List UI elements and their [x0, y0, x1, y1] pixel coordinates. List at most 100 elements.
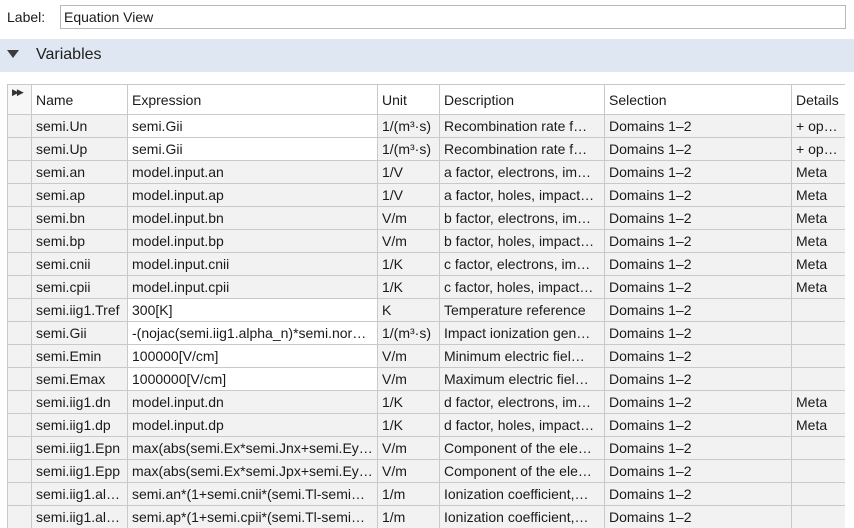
cell-details[interactable] [791, 321, 845, 345]
cell-name[interactable]: semi.Up [31, 137, 128, 161]
cell-name[interactable]: semi.iig1.Epp [31, 459, 128, 483]
table-row[interactable]: semi.iig1.dp model.input.dp 1/K d factor, h… [7, 413, 845, 437]
row-header-cell[interactable] [7, 505, 32, 528]
cell-name[interactable]: semi.iig1.Tref [31, 298, 128, 322]
table-row[interactable]: semi.Gii -(nojac(semi.iig1.alpha_n)*semi.… [7, 321, 845, 345]
cell-description[interactable]: d factor, electrons, im… [439, 390, 605, 414]
cell-name[interactable]: semi.iig1.al… [31, 482, 128, 506]
cell-name[interactable]: semi.ap [31, 183, 128, 207]
cell-details[interactable]: + oper… [791, 137, 845, 161]
cell-description[interactable]: b factor, holes, impact… [439, 229, 605, 253]
cell-expression[interactable]: -(nojac(semi.iig1.alpha_n)*semi.nor… [127, 321, 378, 345]
table-row[interactable]: semi.Up semi.Gii 1/(m³·s) Recombination rat… [7, 137, 845, 161]
cell-expression[interactable]: semi.Gii [127, 137, 378, 161]
cell-name[interactable]: semi.Emin [31, 344, 128, 368]
cell-name[interactable]: semi.an [31, 160, 128, 184]
cell-selection[interactable]: Domains 1–2 [604, 137, 792, 161]
row-header-cell[interactable] [7, 390, 32, 414]
row-header-cell[interactable] [7, 137, 32, 161]
cell-unit[interactable]: 1/(m³·s) [377, 137, 440, 161]
cell-description[interactable]: Maximum electric fiel… [439, 367, 605, 391]
cell-expression[interactable]: model.input.cnii [127, 252, 378, 276]
cell-name[interactable]: semi.iig1.dn [31, 390, 128, 414]
cell-expression[interactable]: 300[K] [127, 298, 378, 322]
cell-description[interactable]: Component of the ele… [439, 436, 605, 460]
cell-details[interactable] [791, 482, 845, 506]
cell-selection[interactable]: Domains 1–2 [604, 436, 792, 460]
row-header-cell[interactable] [7, 160, 32, 184]
cell-description[interactable]: Ionization coefficient,… [439, 505, 605, 528]
expand-columns-button[interactable]: ▶▶ [7, 84, 32, 115]
row-header-cell[interactable] [7, 344, 32, 368]
cell-selection[interactable]: Domains 1–2 [604, 413, 792, 437]
row-header-cell[interactable] [7, 183, 32, 207]
cell-expression[interactable]: semi.ap*(1+semi.cpii*(semi.Tl-semi… [127, 505, 378, 528]
column-header-unit[interactable]: Unit [377, 84, 440, 115]
variables-table-container[interactable]: ▶▶ Name Expression Unit Description Sele… [7, 84, 845, 528]
cell-selection[interactable]: Domains 1–2 [604, 505, 792, 528]
cell-details[interactable] [791, 505, 845, 528]
cell-name[interactable]: semi.Gii [31, 321, 128, 345]
cell-expression[interactable]: 100000[V/cm] [127, 344, 378, 368]
cell-expression[interactable]: semi.Gii [127, 114, 378, 138]
column-header-name[interactable]: Name [31, 84, 128, 115]
cell-name[interactable]: semi.Emax [31, 367, 128, 391]
cell-details[interactable]: Meta [791, 252, 845, 276]
cell-name[interactable]: semi.iig1.dp [31, 413, 128, 437]
cell-unit[interactable]: V/m [377, 206, 440, 230]
cell-description[interactable]: Temperature reference [439, 298, 605, 322]
cell-expression[interactable]: model.input.an [127, 160, 378, 184]
cell-description[interactable]: Minimum electric fiel… [439, 344, 605, 368]
cell-description[interactable]: d factor, holes, impact… [439, 413, 605, 437]
cell-selection[interactable]: Domains 1–2 [604, 298, 792, 322]
cell-name[interactable]: semi.cnii [31, 252, 128, 276]
cell-selection[interactable]: Domains 1–2 [604, 183, 792, 207]
cell-unit[interactable]: 1/m [377, 482, 440, 506]
cell-unit[interactable]: V/m [377, 367, 440, 391]
cell-details[interactable] [791, 298, 845, 322]
cell-selection[interactable]: Domains 1–2 [604, 275, 792, 299]
cell-expression[interactable]: model.input.dp [127, 413, 378, 437]
cell-unit[interactable]: 1/V [377, 160, 440, 184]
cell-selection[interactable]: Domains 1–2 [604, 482, 792, 506]
cell-selection[interactable]: Domains 1–2 [604, 229, 792, 253]
row-header-cell[interactable] [7, 367, 32, 391]
table-row[interactable]: semi.iig1.al… semi.ap*(1+semi.cpii*(semi.… [7, 505, 845, 528]
table-row[interactable]: semi.Emax 1000000[V/cm] V/m Maximum electri… [7, 367, 845, 391]
cell-description[interactable]: a factor, holes, impact… [439, 183, 605, 207]
cell-details[interactable]: Meta [791, 275, 845, 299]
cell-details[interactable]: Meta [791, 160, 845, 184]
table-row[interactable]: semi.bn model.input.bn V/m b factor, electr… [7, 206, 845, 230]
table-row[interactable]: semi.cpii model.input.cpii 1/K c factor, ho… [7, 275, 845, 299]
table-row[interactable]: semi.iig1.Tref 300[K] K Temperature referen… [7, 298, 845, 322]
table-row[interactable]: semi.iig1.Epn max(abs(semi.Ex*semi.Jnx+se… [7, 436, 845, 460]
cell-name[interactable]: semi.iig1.al… [31, 505, 128, 528]
table-row[interactable]: semi.an model.input.an 1/V a factor, electr… [7, 160, 845, 184]
cell-selection[interactable]: Domains 1–2 [604, 321, 792, 345]
table-row[interactable]: semi.bp model.input.bp V/m b factor, holes,… [7, 229, 845, 253]
cell-expression[interactable]: model.input.bp [127, 229, 378, 253]
cell-name[interactable]: semi.bn [31, 206, 128, 230]
cell-selection[interactable]: Domains 1–2 [604, 367, 792, 391]
cell-description[interactable]: a factor, electrons, im… [439, 160, 605, 184]
cell-unit[interactable]: 1/K [377, 275, 440, 299]
cell-expression[interactable]: max(abs(semi.Ex*semi.Jpx+semi.Ey… [127, 459, 378, 483]
cell-unit[interactable]: 1/m [377, 505, 440, 528]
cell-expression[interactable]: model.input.cpii [127, 275, 378, 299]
variables-section-header[interactable]: Variables [0, 39, 854, 72]
cell-expression[interactable]: semi.an*(1+semi.cnii*(semi.Tl-semi… [127, 482, 378, 506]
row-header-cell[interactable] [7, 459, 32, 483]
table-row[interactable]: semi.Un semi.Gii 1/(m³·s) Recombination rat… [7, 114, 845, 138]
row-header-cell[interactable] [7, 229, 32, 253]
cell-name[interactable]: semi.iig1.Epn [31, 436, 128, 460]
cell-unit[interactable]: V/m [377, 229, 440, 253]
row-header-cell[interactable] [7, 321, 32, 345]
cell-details[interactable]: Meta [791, 183, 845, 207]
cell-expression[interactable]: model.input.ap [127, 183, 378, 207]
table-row[interactable]: semi.iig1.Epp max(abs(semi.Ex*semi.Jpx+se… [7, 459, 845, 483]
cell-details[interactable] [791, 344, 845, 368]
cell-description[interactable]: Ionization coefficient,… [439, 482, 605, 506]
cell-unit[interactable]: 1/K [377, 413, 440, 437]
cell-details[interactable]: Meta [791, 206, 845, 230]
cell-description[interactable]: c factor, holes, impact… [439, 275, 605, 299]
